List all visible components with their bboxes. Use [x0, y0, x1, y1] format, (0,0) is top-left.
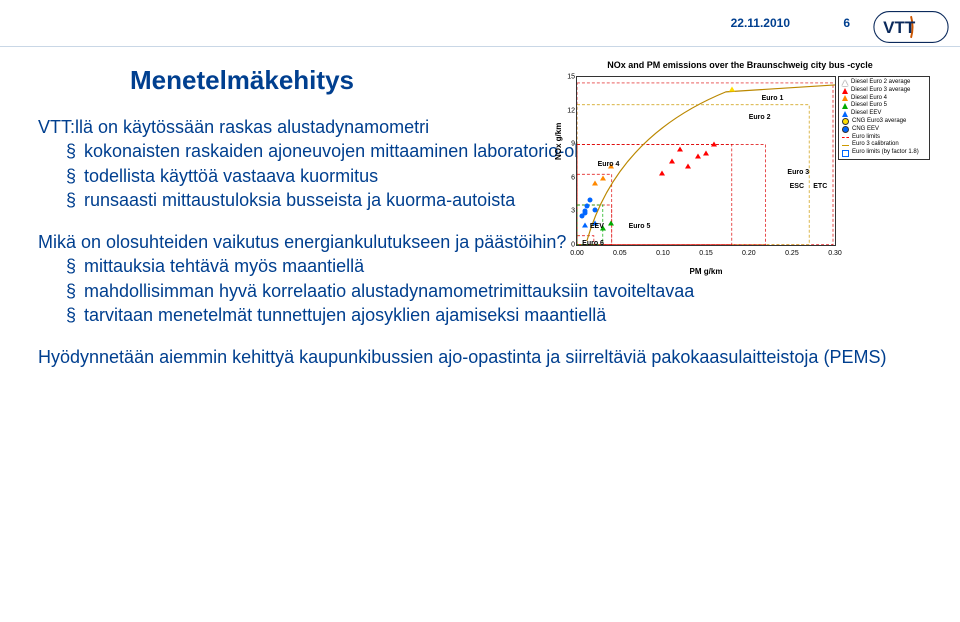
ytick: 9: [563, 141, 575, 148]
ytick: 12: [563, 107, 575, 114]
vtt-logo: VTT: [872, 10, 950, 44]
ytick: 3: [563, 208, 575, 215]
xtick: 0.15: [699, 250, 713, 257]
emissions-chart: NOx and PM emissions over the Braunschwe…: [550, 60, 930, 270]
chart-title: NOx and PM emissions over the Braunschwe…: [550, 60, 930, 70]
data-point: [608, 221, 614, 226]
data-point: [711, 142, 717, 147]
page-title: Menetelmäkehitys: [130, 65, 354, 96]
chart-ann-euro6: Euro 6: [582, 240, 604, 247]
chart-ann-euro2: Euro 2: [749, 114, 771, 121]
header-date: 22.11.2010: [731, 16, 790, 30]
data-point: [685, 164, 691, 169]
chart-plot-area: 0 3 6 9 12 15 0.00 0.05 0.10 0.15 0.20 0…: [576, 76, 836, 246]
data-point: [695, 153, 701, 158]
data-point: [585, 204, 590, 209]
xtick: 0.00: [570, 250, 584, 257]
chart-ann-euro3: Euro 3: [787, 169, 809, 176]
data-point: [592, 180, 598, 185]
data-point: [659, 170, 665, 175]
chart-ann-euro5: Euro 5: [629, 223, 651, 230]
header-divider: [0, 46, 960, 47]
data-point: [677, 147, 683, 152]
chart-ann-esc: ESC: [790, 183, 804, 190]
xtick: 0.30: [828, 250, 842, 257]
chart-legend: Diesel Euro 2 average Diesel Euro 3 aver…: [838, 76, 930, 160]
chart-ann-euro4: Euro 4: [598, 161, 620, 168]
data-point: [582, 222, 588, 227]
data-point: [587, 197, 592, 202]
chart-ann-euro1: Euro 1: [762, 95, 784, 102]
xtick: 0.20: [742, 250, 756, 257]
ytick: 0: [563, 242, 575, 249]
xtick: 0.10: [656, 250, 670, 257]
ytick: 15: [563, 74, 575, 81]
xtick: 0.25: [785, 250, 799, 257]
bullet-2-2: §mahdollisimman hyvä korrelaatio alustad…: [66, 279, 922, 303]
data-point: [593, 207, 598, 212]
xtick: 0.05: [613, 250, 627, 257]
ytick: 6: [563, 174, 575, 181]
chart-ylabel: NOx g/km: [554, 123, 563, 160]
chart-ann-etc: ETC: [813, 183, 827, 190]
data-point: [703, 150, 709, 155]
data-point: [582, 211, 587, 216]
data-point: [600, 175, 606, 180]
svg-text:VTT: VTT: [883, 18, 916, 37]
data-point: [729, 86, 735, 91]
chart-ann-eev: EEV: [590, 223, 604, 230]
bullet-2-3: §tarvitaan menetelmät tunnettujen ajosyk…: [66, 303, 922, 327]
intro-line-3: Hyödynnetään aiemmin kehittyä kaupunkibu…: [38, 345, 922, 369]
header-page-number: 6: [843, 16, 850, 30]
chart-xlabel: PM g/km: [576, 267, 836, 276]
data-point: [669, 159, 675, 164]
